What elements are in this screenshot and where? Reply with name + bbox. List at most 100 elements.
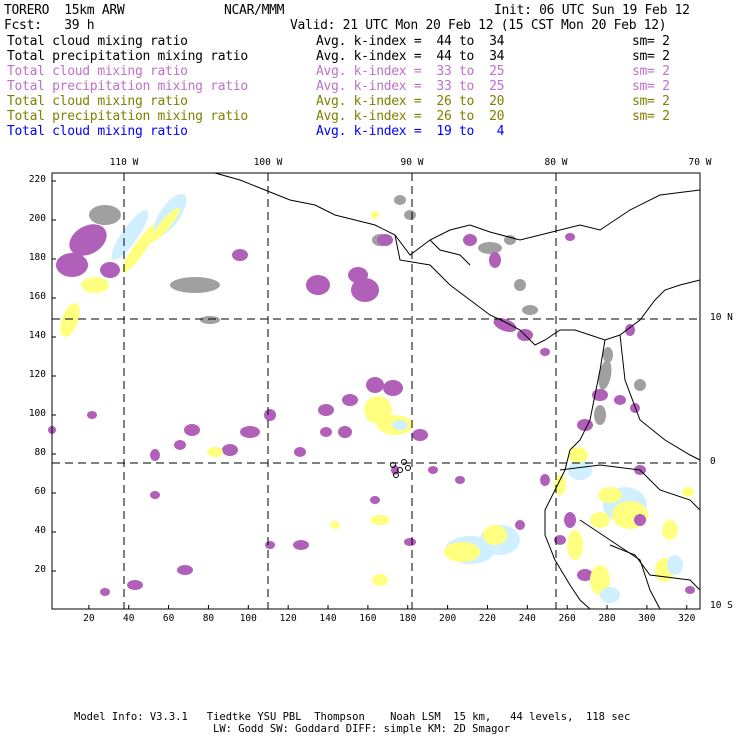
cloud-purple-blob [412,429,428,441]
cloud-yellow-blob [207,447,223,457]
cloud-purple-blob [318,404,334,416]
y-tick-label: 40 [34,525,46,536]
cloud-yellow-blob [330,521,340,529]
longitude-label: 90 W [400,157,424,168]
y-tick-label: 60 [34,486,46,497]
x-tick-label: 260 [558,613,576,624]
y-tick-label: 80 [34,447,46,458]
cloud-purple-blob [634,514,646,526]
longitude-label: 110 W [109,157,139,168]
coastline [609,544,701,591]
cloud-purple-blob [383,380,403,396]
x-tick-label: 300 [638,613,656,624]
x-tick-label: 20 [83,613,95,624]
latitude-label: 10 N [710,312,733,323]
y-tick-label: 160 [28,291,46,302]
coastline [579,519,661,610]
cloud-purple-blob [377,234,393,246]
cloud-yellow-blob [598,487,622,503]
cloud-purple-blob [240,426,260,438]
footer-physics: LW: Godd SW: Goddard DIFF: simple KM: 2D… [213,723,511,735]
cloud-purple-blob [404,538,416,546]
cloud-yellow-blob [662,520,678,540]
cloud-purple-blob [150,491,160,499]
x-tick-label: 120 [279,613,297,624]
cloud-gray-blob [594,405,606,425]
cloud-purple-blob [264,409,276,421]
cloud-gray-blob [522,305,538,315]
cloud-yellow-blob [60,302,80,338]
coastline [394,234,701,346]
cloud-purple-blob [177,565,193,575]
cloud-cyan-blob [667,555,683,575]
longitude-label: 100 W [253,157,283,168]
cloud-purple-blob [100,588,110,596]
x-tick-label: 40 [122,613,135,624]
cloud-purple-blob [565,233,575,241]
longitude-label: 70 W [688,157,712,168]
cloud-purple-blob [100,262,120,278]
cloud-purple-blob [174,440,186,450]
cloud-purple-blob [265,541,275,549]
x-tick-label: 60 [162,613,175,624]
cloud-purple-blob [342,394,358,406]
footer-model-info: Model Info: V3.3.1 Tiedtke YSU PBL Thomp… [74,711,631,723]
x-tick-label: 200 [439,613,457,624]
cloud-gray-blob [514,279,526,291]
cloud-purple-blob [56,253,88,277]
cloud-yellow-blob [370,515,390,525]
cloud-yellow-blob [590,512,610,528]
cloud-purple-blob [564,512,576,528]
cloud-yellow-blob [483,525,507,545]
latitude-label: 10 S [710,600,733,611]
cloud-purple-blob [463,234,477,246]
cloud-gray-blob [170,277,220,293]
cloud-purple-blob [232,249,248,261]
cloud-yellow-blob [567,530,583,560]
cloud-yellow-blob [371,211,379,219]
x-tick-label: 180 [399,613,417,624]
x-tick-label: 220 [478,613,497,624]
cloud-purple-blob [320,427,332,437]
longitude-label: 80 W [544,157,568,168]
cloud-purple-blob [348,267,368,283]
x-tick-label: 160 [359,613,377,624]
cloud-purple-blob [184,424,200,436]
cloud-purple-blob [366,377,384,393]
galapagos-island [401,459,407,465]
cloud-purple-blob [306,275,330,295]
cloud-gray-blob [404,210,416,220]
cloud-purple-blob [294,447,306,457]
cloud-purple-blob [685,586,695,594]
cloud-cyan-blob [392,420,408,430]
cloud-yellow-blob [372,574,388,586]
galapagos-island [405,465,411,471]
cloud-gray-blob [634,379,646,391]
cloud-purple-blob [150,449,160,461]
latitude-label: 0 [710,456,716,467]
map-plot [48,172,701,610]
cloud-gray-blob [394,195,406,205]
cloud-purple-blob [222,444,238,456]
x-tick-label: 240 [518,613,536,624]
y-tick-label: 20 [34,564,46,575]
y-tick-label: 220 [28,174,46,185]
cloud-gray-blob [200,316,220,324]
cloud-purple-blob [455,476,465,484]
weather-map-page: TORERO 15km ARW NCAR/MMM Init: 06 UTC Su… [0,0,740,740]
cloud-purple-blob [515,520,525,530]
cloud-purple-blob [540,474,550,486]
cloud-purple-blob [87,411,97,419]
coastline [429,239,471,266]
y-tick-label: 100 [28,408,46,419]
y-tick-label: 200 [28,213,46,224]
cloud-cyan-blob [600,587,620,603]
x-tick-label: 100 [239,613,257,624]
cloud-yellow-blob [682,487,694,497]
cloud-purple-blob [489,252,501,268]
cloud-gray-blob [89,205,121,225]
x-tick-label: 80 [202,613,215,624]
cloud-purple-blob [428,466,438,474]
cloud-purple-blob [127,580,143,590]
cloud-yellow-blob [81,277,109,293]
